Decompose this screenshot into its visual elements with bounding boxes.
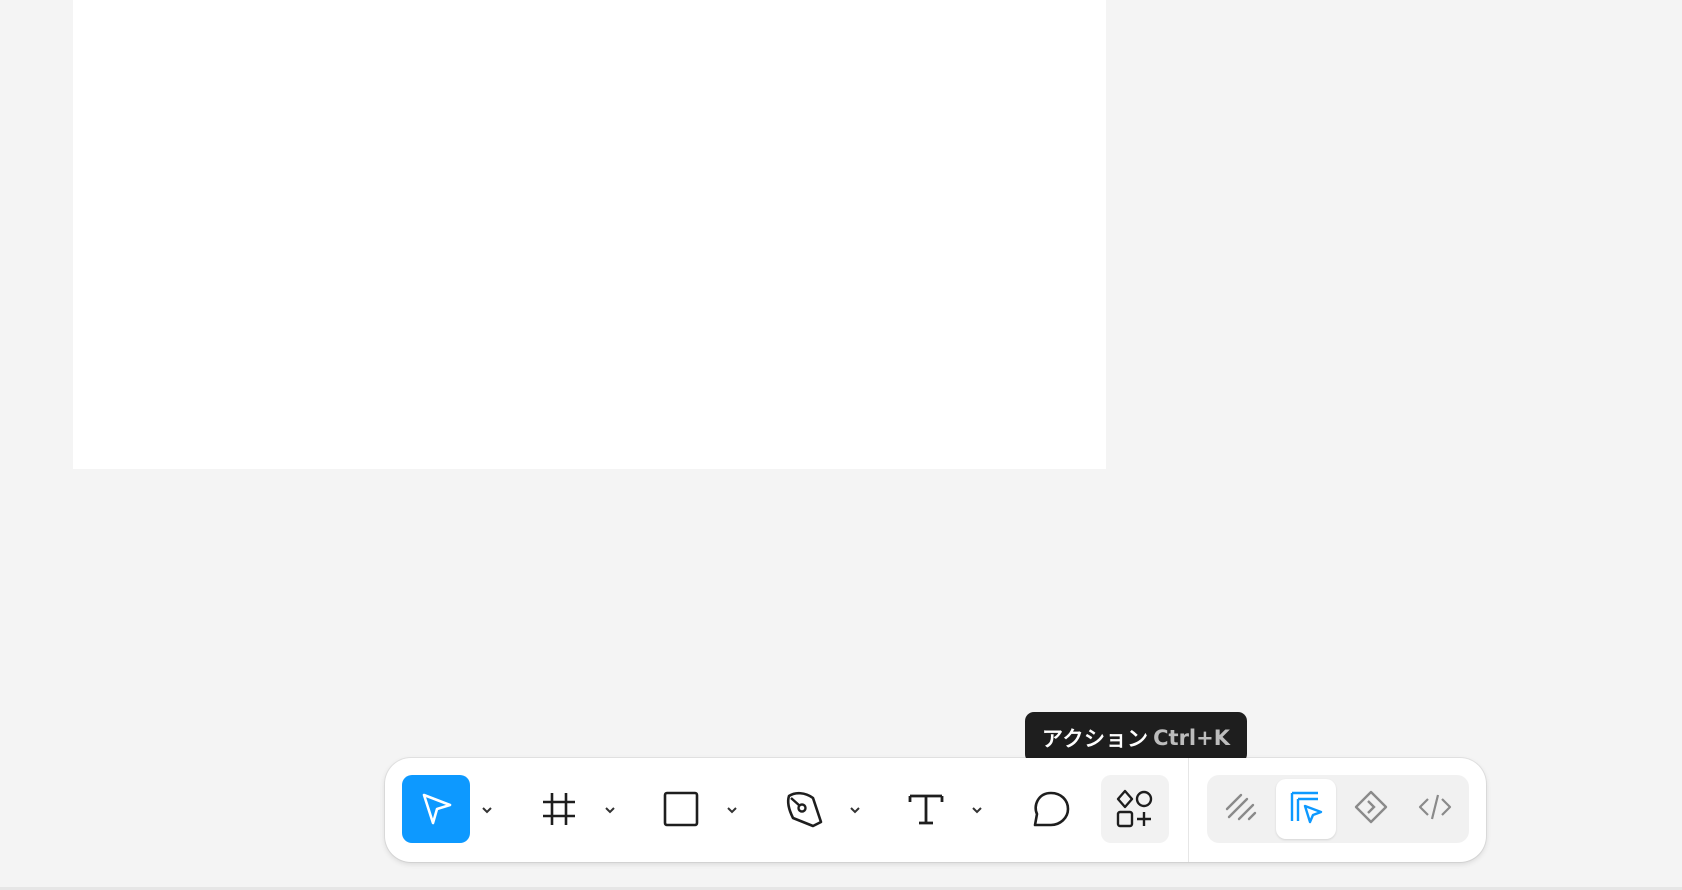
chevron-down-icon bbox=[725, 800, 739, 819]
toolbar-divider bbox=[1188, 758, 1189, 862]
cursor-arrow-icon bbox=[416, 789, 456, 829]
scribble-icon bbox=[1223, 789, 1259, 829]
chevron-down-icon bbox=[848, 800, 862, 819]
square-icon bbox=[661, 789, 701, 829]
pen-tool-button[interactable] bbox=[770, 775, 838, 843]
shape-tool-dropdown[interactable] bbox=[723, 794, 741, 824]
bottom-toolbar bbox=[385, 758, 1486, 862]
comment-tool-button[interactable] bbox=[1017, 775, 1085, 843]
chevron-down-icon bbox=[480, 800, 494, 819]
dev-mode-button[interactable] bbox=[1405, 779, 1465, 839]
comment-bubble-icon bbox=[1030, 788, 1072, 830]
draw-mode-button[interactable] bbox=[1211, 779, 1271, 839]
prototype-diamond-icon bbox=[1353, 789, 1389, 829]
frame-tool-dropdown[interactable] bbox=[601, 794, 619, 824]
shape-tool-button[interactable] bbox=[647, 775, 715, 843]
move-tool-button[interactable] bbox=[402, 775, 470, 843]
chevron-down-icon bbox=[603, 800, 617, 819]
actions-grid-icon bbox=[1114, 788, 1156, 830]
pen-tool-dropdown[interactable] bbox=[846, 794, 864, 824]
text-tool-button[interactable] bbox=[892, 775, 960, 843]
text-t-icon bbox=[906, 789, 946, 829]
tooltip-shortcut: Ctrl+K bbox=[1153, 725, 1230, 750]
move-tool-dropdown[interactable] bbox=[478, 794, 496, 824]
frame-hash-icon bbox=[539, 789, 579, 829]
canvas[interactable]: アクション Ctrl+K bbox=[0, 0, 1682, 890]
mode-switcher bbox=[1207, 775, 1469, 843]
prototype-mode-button[interactable] bbox=[1341, 779, 1401, 839]
design-pointer-icon bbox=[1288, 789, 1324, 829]
chevron-down-icon bbox=[970, 800, 984, 819]
actions-tool-button[interactable] bbox=[1101, 775, 1169, 843]
design-frame[interactable] bbox=[73, 0, 1106, 469]
code-brackets-icon bbox=[1417, 789, 1453, 829]
pen-tool-icon bbox=[783, 788, 825, 830]
actions-tooltip: アクション Ctrl+K bbox=[1025, 712, 1247, 771]
tooltip-label: アクション bbox=[1042, 726, 1149, 751]
text-tool-dropdown[interactable] bbox=[968, 794, 986, 824]
frame-tool-button[interactable] bbox=[525, 775, 593, 843]
design-mode-button[interactable] bbox=[1276, 779, 1336, 839]
